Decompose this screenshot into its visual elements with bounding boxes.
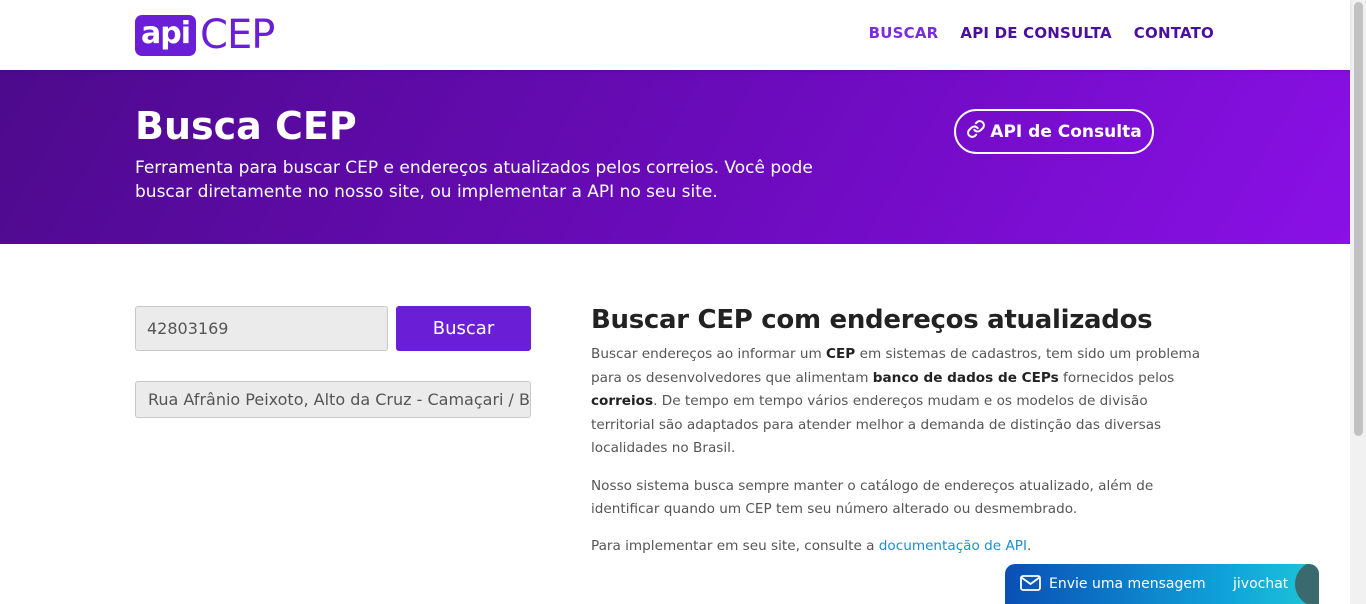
section-title: Buscar CEP com endereços atualizados	[591, 305, 1153, 335]
implement-paragraph: Para implementar em seu site, consulte a…	[591, 535, 1211, 559]
nav-buscar[interactable]: BUSCAR	[869, 24, 939, 42]
page-scrollbar[interactable]	[1350, 0, 1366, 604]
page-title: Busca CEP	[135, 104, 357, 148]
main-nav: BUSCAR API DE CONSULTA CONTATO	[869, 24, 1214, 42]
api-de-consulta-button[interactable]: API de Consulta	[954, 109, 1154, 154]
text-fragment: fornecidos pelos	[1058, 369, 1175, 386]
apicep-logo[interactable]: api CEP	[135, 12, 275, 58]
text-fragment: Buscar endereços ao informar um	[591, 346, 827, 362]
catalog-paragraph: Nosso sistema busca sempre manter o catá…	[591, 477, 1154, 518]
hero-banner: Busca CEP Ferramenta para buscar CEP e e…	[0, 70, 1350, 244]
chat-brand: jivochat	[1233, 576, 1289, 592]
text-fragment: . De tempo em tempo vários endereços mud…	[591, 393, 1162, 456]
top-navbar: api CEP BUSCAR API DE CONSULTA CONTATO	[0, 0, 1350, 70]
api-documentation-link[interactable]: documentação de API	[879, 538, 1027, 554]
chat-label: Envie uma mensagem	[1049, 576, 1206, 592]
bold-correios: correios	[591, 393, 654, 409]
logo-api-text: api	[135, 14, 197, 56]
text-fragment: .	[1026, 537, 1032, 554]
info-section: Buscar CEP com endereços atualizados Bus…	[591, 304, 1211, 558]
chat-widget[interactable]: Envie uma mensagem jivochat	[1005, 564, 1319, 604]
scrollbar-thumb[interactable]	[1354, 2, 1363, 436]
nav-api-de-consulta[interactable]: API DE CONSULTA	[960, 24, 1111, 42]
link-icon	[966, 119, 986, 144]
nav-contato[interactable]: CONTATO	[1134, 24, 1214, 42]
bold-cep: CEP	[826, 346, 856, 362]
bold-banco-de-dados: banco de dados de CEPs	[872, 369, 1059, 386]
envelope-icon	[1020, 575, 1041, 591]
chat-corner-decoration	[1295, 564, 1319, 604]
intro-paragraph: Buscar endereços ao informar um CEP em s…	[591, 343, 1211, 461]
cep-input[interactable]: 42803169	[135, 306, 388, 351]
text-fragment: Para implementar em seu site, consulte a	[591, 537, 879, 554]
api-de-consulta-label: API de Consulta	[990, 121, 1142, 142]
logo-cep-text: CEP	[200, 12, 275, 58]
buscar-button[interactable]: Buscar	[396, 306, 531, 351]
address-result-field[interactable]: Rua Afrânio Peixoto, Alto da Cruz - Cama…	[135, 381, 531, 418]
hero-description: Ferramenta para buscar CEP e endereços a…	[135, 158, 813, 202]
